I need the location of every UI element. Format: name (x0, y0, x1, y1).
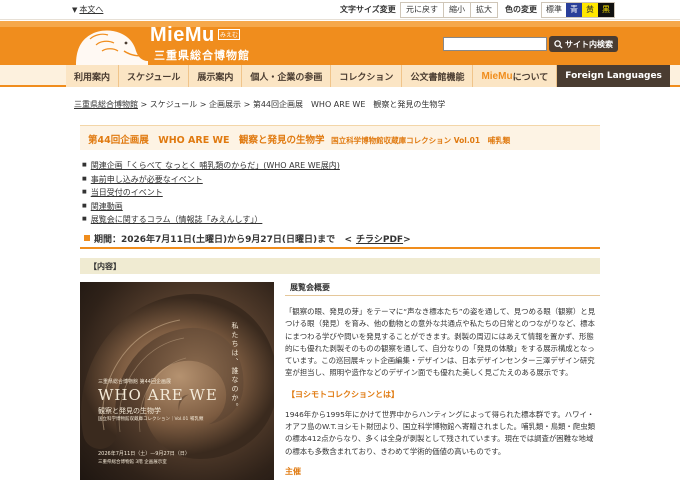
next-heading: 主催 (285, 466, 301, 476)
nav-foreign-languages[interactable]: Foreign Languages (557, 65, 670, 87)
global-nav: 利用案内 スケジュール 展示案内 個人・企業の参画 コレクション 公文書館機能 … (66, 65, 670, 87)
nav-guide[interactable]: 利用案内 (66, 65, 120, 87)
font-reset-button[interactable]: 元に戻す (401, 3, 444, 17)
font-larger-button[interactable]: 拡大 (471, 3, 497, 17)
color-yellow-button[interactable]: 黄 (582, 3, 598, 17)
breadcrumb: 三重県総合博物館 > スケジュール > 企画展示 > 第44回企画展 WHO A… (74, 99, 445, 110)
color-buttons: 標準 青 黄 黒 (541, 2, 615, 18)
search-icon (554, 39, 563, 49)
poster-main-title: WHO ARE WE (98, 386, 218, 404)
nav-collection[interactable]: コレクション (331, 65, 403, 87)
chevron-down-icon: ▼ (72, 6, 78, 14)
yoshimoto-heading: 【ヨシモトコレクションとは】 (287, 389, 399, 399)
museum-name: 三重県総合博物館 (154, 49, 250, 62)
pdf-link[interactable]: < チラシPDF> (338, 235, 410, 245)
content-section-header: 【内容】 (80, 258, 600, 274)
page-title-main: 第44回企画展 WHO ARE WE 観察と発見の生物学 (88, 135, 325, 146)
search-button-label: サイト内検索 (565, 39, 613, 49)
poster-venue: 三重県総合博物館 3階 企画展示室 (98, 460, 167, 465)
nav-exhibits[interactable]: 展示案内 (189, 65, 243, 87)
utility-bar: ▼ 本文へ 文字サイズ変更 元に戻す 縮小 拡大 色の変更 標準 青 黄 黒 (0, 0, 680, 20)
font-smaller-button[interactable]: 縮小 (444, 3, 471, 17)
period-text: 期間：2026年7月11日(土曜日)から9月27日(日曜日)まで (94, 235, 336, 245)
color-standard-button[interactable]: 標準 (542, 3, 566, 17)
mammoth-logo-icon (76, 30, 148, 65)
breadcrumb-separator: > (199, 100, 210, 109)
link-column[interactable]: 展覧会に関するコラム（情報誌「みえんしす」） (82, 213, 340, 227)
logo-reading: みえむ (218, 29, 241, 40)
page-title-sub: 国立科学博物館収蔵庫コレクション Vol.01 哺乳類 (331, 136, 511, 145)
overview-text: 「観察の眼、発見の芽」をテーマに“声なき標本たち”の姿を通して、見つめる眼（観察… (285, 307, 596, 378)
nav-about-suffix: について (512, 72, 549, 83)
related-links: 関連企画「くらべて なっとく 哺乳類のからだ」(WHO ARE WE展内) 事前… (82, 159, 340, 227)
poster-dates: 2026年7月11日（土）—9月27日（日） (98, 451, 190, 457)
nav-participation[interactable]: 個人・企業の参画 (242, 65, 332, 87)
font-size-buttons: 元に戻す 縮小 拡大 (400, 2, 498, 18)
nav-archives[interactable]: 公文書館機能 (402, 65, 474, 87)
site-search-button[interactable]: サイト内検索 (549, 36, 618, 52)
breadcrumb-separator: > (140, 100, 150, 109)
link-related-project[interactable]: 関連企画「くらべて なっとく 哺乳類のからだ」(WHO ARE WE展内) (82, 159, 340, 173)
skip-link-label: 本文へ (79, 5, 104, 14)
breadcrumb-exhibits[interactable]: 企画展示 (209, 100, 241, 109)
nav-about-brand: MieMu (481, 70, 513, 82)
link-sameday-events[interactable]: 当日受付のイベント (82, 186, 340, 200)
skip-to-content-link[interactable]: ▼ 本文へ (72, 4, 103, 15)
pdf-link-label: チラシPDF (356, 235, 404, 245)
yoshimoto-text: 1946年から1995年にかけて世界中からハンティングによって得られた標本群です… (285, 409, 595, 456)
poster-subtitle: 観察と発見の生物学 (98, 407, 161, 415)
nav-schedule[interactable]: スケジュール (119, 65, 190, 87)
exhibition-description: 展覧会概要 「観察の眼、発見の芽」をテーマに“声なき標本たち”の姿を通して、見つ… (285, 282, 600, 477)
color-blue-button[interactable]: 青 (566, 3, 582, 17)
color-change-label: 色の変更 (505, 5, 537, 14)
poster-small-top: 三重県総合博物館 第44回企画展 (98, 379, 171, 385)
page-title: 第44回企画展 WHO ARE WE 観察と発見の生物学 国立科学博物館収蔵庫コ… (88, 132, 510, 146)
breadcrumb-schedule[interactable]: スケジュール (150, 100, 197, 109)
section-label: 【内容】 (89, 262, 121, 271)
page-title-box: 第44回企画展 WHO ARE WE 観察と発見の生物学 国立科学博物館収蔵庫コ… (80, 125, 600, 150)
exhibition-poster: 私たちは、誰なのか。 三重県総合博物館 第44回企画展 WHO ARE WE 観… (80, 282, 274, 480)
breadcrumb-current: 第44回企画展 WHO ARE WE 観察と発見の生物学 (252, 100, 446, 109)
nav-about[interactable]: MieMu について (473, 65, 558, 87)
square-bullet-icon (84, 235, 90, 241)
overview-heading: 展覧会概要 (285, 282, 600, 296)
breadcrumb-separator: > (243, 100, 253, 109)
link-related-videos[interactable]: 関連動画 (82, 200, 340, 214)
logo-wordmark: MieMu (150, 24, 215, 46)
color-black-button[interactable]: 黒 (598, 3, 614, 17)
site-logo[interactable]: MieMu みえむ 三重県総合博物館 (68, 21, 278, 65)
breadcrumb-home[interactable]: 三重県総合博物館 (74, 100, 138, 109)
font-size-label: 文字サイズ変更 (340, 5, 396, 14)
exhibition-period: 期間：2026年7月11日(土曜日)から9月27日(日曜日)まで < チラシPDF… (80, 232, 600, 249)
poster-side-text: 私たちは、誰なのか。 (231, 322, 239, 412)
poster-subtitle-2: 国立科学博物館収蔵庫コレクション｜Vol.01 哺乳類 (98, 417, 204, 422)
link-reservation-events[interactable]: 事前申し込みが必要なイベント (82, 173, 340, 187)
site-search-input[interactable] (443, 37, 547, 51)
